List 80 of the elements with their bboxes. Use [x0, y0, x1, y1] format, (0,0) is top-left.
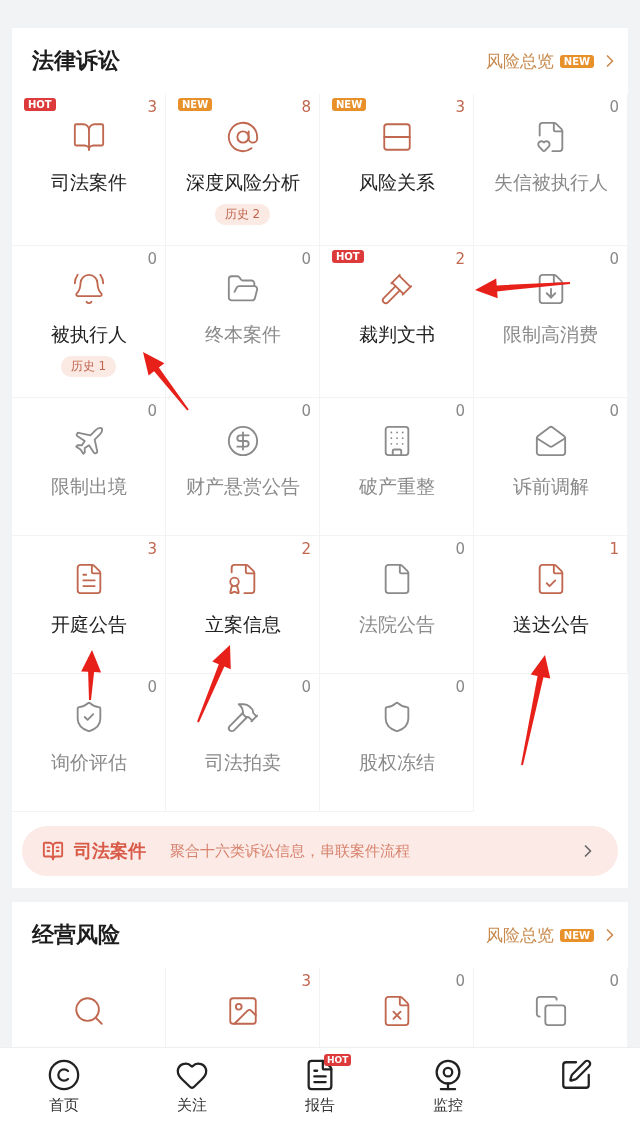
feature-tile[interactable]: 0 财产悬赏公告: [166, 398, 320, 536]
tile-label: 立案信息: [204, 612, 281, 637]
tab-item[interactable]: 首页: [0, 1048, 128, 1130]
risk-overview-link[interactable]: 风险总览 NEW: [485, 923, 620, 947]
tile-count: 0: [301, 250, 311, 268]
feature-tile[interactable]: NEW 8 深度风险分析 历史 2: [166, 94, 320, 246]
tab-label: 报告: [305, 1096, 335, 1115]
tile-count: 0: [301, 402, 311, 420]
tab-label: 关注: [177, 1096, 207, 1115]
feature-tile[interactable]: NEW 3 风险关系: [320, 94, 474, 246]
hot-badge: HOT: [324, 1054, 352, 1066]
tile-count: 0: [455, 540, 465, 558]
tile-label: 法院公告: [358, 612, 435, 637]
tile-count: 3: [455, 98, 465, 116]
new-badge: NEW: [559, 928, 594, 942]
feature-tile[interactable]: 0 破产重整: [320, 398, 474, 536]
tile-label: 开庭公告: [50, 612, 127, 637]
tile-count: 1: [609, 540, 619, 558]
tile-label: 司法拍卖: [204, 750, 281, 775]
feature-tile[interactable]: 0 诉前调解: [474, 398, 628, 536]
feature-tile[interactable]: HOT 2 裁判文书: [320, 246, 474, 398]
tile-count: 2: [455, 250, 465, 268]
history-tag: 历史 1: [60, 356, 117, 377]
tile-count: 8: [301, 98, 311, 116]
annotation-arrow: [81, 650, 102, 701]
tile-count: 3: [147, 98, 157, 116]
tile-label: 限制出境: [50, 474, 127, 499]
banner-title: 司法案件: [74, 839, 146, 863]
tile-label: 送达公告: [512, 612, 589, 637]
tile-count: 0: [455, 678, 465, 696]
feature-tile[interactable]: 0 股权冻结: [320, 674, 474, 812]
section-title: 法律诉讼: [32, 47, 120, 75]
tile-count: 0: [609, 972, 619, 990]
risk-overview-link[interactable]: 风险总览 NEW: [485, 49, 620, 73]
tile-count: 0: [455, 402, 465, 420]
tile-count: 3: [147, 540, 157, 558]
tile-label: 被执行人: [50, 322, 127, 347]
tab-label: 监控: [433, 1096, 463, 1115]
feature-tile[interactable]: 0 限制出境: [12, 398, 166, 536]
new-badge: NEW: [559, 54, 594, 68]
section-title: 经营风险: [32, 921, 120, 949]
tab-item[interactable]: 关注: [128, 1048, 256, 1130]
tile-label: 诉前调解: [512, 474, 589, 499]
banner-text: 聚合十六类诉讼信息，串联案件流程: [170, 841, 411, 861]
edit-icon: [559, 1058, 593, 1092]
tab-label: 首页: [49, 1096, 79, 1115]
tile-count: 0: [301, 678, 311, 696]
tile-label: 股权冻结: [358, 750, 435, 775]
feature-tile[interactable]: 0 失信被执行人: [474, 94, 628, 246]
tile-label: 司法案件: [50, 170, 127, 195]
tile-label: 终本案件: [204, 322, 281, 347]
promo-banner[interactable]: 司法案件 聚合十六类诉讼信息，串联案件流程: [22, 826, 618, 876]
history-tag: 历史 2: [214, 204, 271, 225]
tile-badge: NEW: [178, 98, 213, 111]
tile-count: 2: [301, 540, 311, 558]
tab-item[interactable]: HOT 报告: [256, 1048, 384, 1130]
tile-label: 询价评估: [50, 750, 127, 775]
tile-count: 0: [609, 98, 619, 116]
tile-count: 0: [609, 250, 619, 268]
tile-label: 深度风险分析: [185, 170, 300, 195]
tile-count: 0: [609, 402, 619, 420]
tile-badge: HOT: [24, 98, 56, 111]
tab-icon: [47, 1058, 81, 1092]
tile-count: 3: [301, 972, 311, 990]
book-icon: [42, 840, 64, 862]
feature-tile[interactable]: 0 法院公告: [320, 536, 474, 674]
tile-label: 财产悬赏公告: [185, 474, 300, 499]
tile-badge: HOT: [332, 250, 364, 263]
tile-count: 0: [455, 972, 465, 990]
tile-label: 风险关系: [358, 170, 435, 195]
feature-tile[interactable]: HOT 3 司法案件: [12, 94, 166, 246]
tile-count: 0: [147, 250, 157, 268]
tile-label: 破产重整: [358, 474, 435, 499]
tile-label: 失信被执行人: [493, 170, 608, 195]
tile-count: 0: [147, 402, 157, 420]
tab-item[interactable]: 监控: [384, 1048, 512, 1130]
tile-count: 0: [147, 678, 157, 696]
tile-badge: NEW: [332, 98, 367, 111]
tile-label: 限制高消费: [503, 322, 598, 347]
tile-label: 裁判文书: [358, 322, 435, 347]
